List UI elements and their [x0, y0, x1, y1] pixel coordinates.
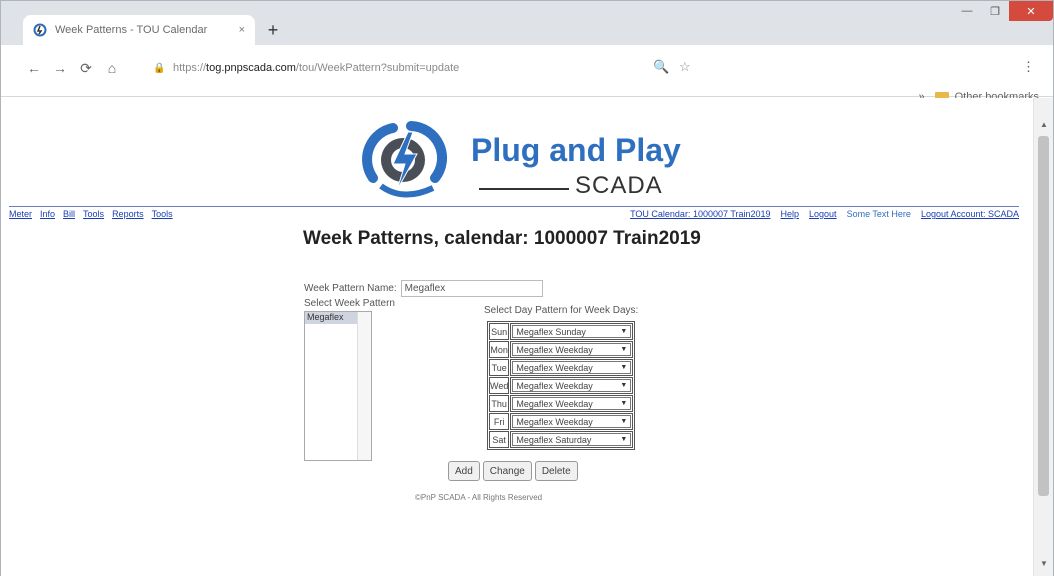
- change-button[interactable]: Change: [482, 461, 532, 481]
- logo-title: Plug and Play: [471, 132, 681, 168]
- dropdown-arrow-icon: ▼: [620, 400, 628, 407]
- maximize-button[interactable]: ❐: [981, 1, 1009, 21]
- dropdown-arrow-icon: ▼: [620, 418, 628, 425]
- reload-icon[interactable]: ⟳: [77, 59, 95, 77]
- home-icon[interactable]: ⌂: [103, 59, 121, 77]
- address-bar[interactable]: 🔒 https://tog.pnpscada.com/tou/WeekPatte…: [153, 56, 693, 80]
- tab-strip: Week Patterns - TOU Calendar × + — ❐ ✕: [1, 1, 1053, 45]
- day-pattern-table: Sun Megaflex Sunday ▼ Mon Megaflex Weekda…: [487, 321, 636, 450]
- day-pattern-select[interactable]: Megaflex Weekday ▼: [512, 397, 632, 410]
- scroll-down-icon[interactable]: ▼: [1040, 559, 1048, 568]
- day-pattern-select[interactable]: Megaflex Saturday ▼: [512, 433, 632, 446]
- table-row: Wed Megaflex Weekday ▼: [489, 377, 634, 394]
- page-scrollbar[interactable]: ▲ ▼: [1033, 98, 1053, 576]
- day-pattern-select[interactable]: Megaflex Weekday ▼: [512, 361, 632, 374]
- nav-link[interactable]: Bill: [63, 209, 75, 219]
- dropdown-arrow-icon: ▼: [620, 328, 628, 335]
- day-cell: Sat: [489, 431, 510, 448]
- logo-icon: [362, 121, 448, 198]
- week-name-label: Week Pattern Name:: [304, 283, 397, 294]
- select-week-label: Select Week Pattern: [304, 298, 395, 309]
- back-icon[interactable]: ←: [25, 59, 43, 77]
- nav-right: TOU Calendar: 1000007 Train2019 Help Log…: [630, 209, 1019, 219]
- day-cell: Wed: [489, 377, 510, 394]
- dropdown-arrow-icon: ▼: [620, 382, 628, 389]
- new-tab-button[interactable]: +: [263, 20, 283, 40]
- table-row: Fri Megaflex Weekday ▼: [489, 413, 634, 430]
- logo-divider: [479, 188, 569, 190]
- header-divider: [9, 206, 1019, 207]
- nav-left: Meter Info Bill Tools Reports Tools: [9, 209, 173, 219]
- table-row: Tue Megaflex Weekday ▼: [489, 359, 634, 376]
- scroll-thumb[interactable]: [1038, 136, 1049, 496]
- dropdown-arrow-icon: ▼: [620, 364, 628, 371]
- table-row: Sun Megaflex Sunday ▼: [489, 323, 634, 340]
- close-window-button[interactable]: ✕: [1009, 1, 1053, 21]
- table-row: Mon Megaflex Weekday ▼: [489, 341, 634, 358]
- nav-link[interactable]: Tools: [83, 209, 104, 219]
- day-pattern-select[interactable]: Megaflex Weekday ▼: [512, 343, 632, 356]
- page-title: Week Patterns, calendar: 1000007 Train20…: [303, 228, 701, 249]
- nav-link[interactable]: Meter: [9, 209, 32, 219]
- url-text: https://tog.pnpscada.com/tou/WeekPattern…: [173, 62, 460, 74]
- favicon-icon: [33, 23, 47, 37]
- dropdown-arrow-icon: ▼: [620, 346, 628, 353]
- logo: Plug and Play SCADA: [353, 118, 693, 208]
- logo-subtitle: SCADA: [575, 172, 663, 199]
- add-button[interactable]: Add: [448, 461, 480, 481]
- browser-toolbar: ← → ⟳ ⌂ 🔒 https://tog.pnpscada.com/tou/W…: [1, 45, 1053, 103]
- day-cell: Sun: [489, 323, 510, 340]
- week-pattern-listbox[interactable]: Megaflex: [304, 311, 372, 461]
- delete-button[interactable]: Delete: [534, 461, 578, 481]
- day-cell: Thu: [489, 395, 510, 412]
- star-icon[interactable]: ☆: [679, 59, 691, 75]
- help-link[interactable]: Help: [781, 209, 800, 219]
- day-pattern-select[interactable]: Megaflex Weekday ▼: [512, 379, 632, 392]
- forward-icon[interactable]: →: [51, 59, 69, 77]
- nav-link[interactable]: Info: [40, 209, 55, 219]
- nav-link[interactable]: Reports: [112, 209, 144, 219]
- browser-window: Week Patterns - TOU Calendar × + — ❐ ✕ ←…: [0, 0, 1054, 576]
- lock-icon: 🔒: [153, 62, 166, 74]
- day-pattern-select[interactable]: Megaflex Weekday ▼: [512, 415, 632, 428]
- calendar-link[interactable]: TOU Calendar: 1000007 Train2019: [630, 209, 770, 219]
- day-cell: Fri: [489, 413, 510, 430]
- account-link[interactable]: Logout Account: SCADA: [921, 209, 1019, 219]
- day-cell: Tue: [489, 359, 510, 376]
- header-text: Some Text Here: [846, 209, 911, 219]
- day-pattern-select[interactable]: Megaflex Sunday ▼: [512, 325, 632, 338]
- window-controls: — ❐ ✕: [953, 1, 1053, 23]
- table-row: Thu Megaflex Weekday ▼: [489, 395, 634, 412]
- tab-title: Week Patterns - TOU Calendar: [55, 24, 208, 36]
- dropdown-arrow-icon: ▼: [620, 436, 628, 443]
- week-name-row: Week Pattern Name:: [304, 280, 543, 297]
- list-item[interactable]: Megaflex: [305, 312, 357, 324]
- page-content: Plug and Play SCADA Meter Info Bill Tool…: [1, 98, 1033, 576]
- table-row: Sat Megaflex Saturday ▼: [489, 431, 634, 448]
- tab-close-icon[interactable]: ×: [239, 24, 245, 36]
- logout-link[interactable]: Logout: [809, 209, 837, 219]
- menu-icon[interactable]: ⋮: [1022, 59, 1035, 75]
- search-icon[interactable]: 🔍: [653, 59, 669, 75]
- listbox-scrollbar[interactable]: [357, 312, 371, 460]
- minimize-button[interactable]: —: [953, 1, 981, 21]
- nav-link[interactable]: Tools: [152, 209, 173, 219]
- day-pattern-label: Select Day Pattern for Week Days:: [484, 305, 639, 316]
- week-name-input[interactable]: [400, 280, 543, 297]
- footer-text: ©PnP SCADA - All Rights Reserved: [415, 493, 543, 502]
- action-buttons: Add Change Delete: [448, 461, 578, 481]
- scroll-up-icon[interactable]: ▲: [1040, 120, 1048, 129]
- browser-tab[interactable]: Week Patterns - TOU Calendar ×: [23, 15, 255, 45]
- day-cell: Mon: [489, 341, 510, 358]
